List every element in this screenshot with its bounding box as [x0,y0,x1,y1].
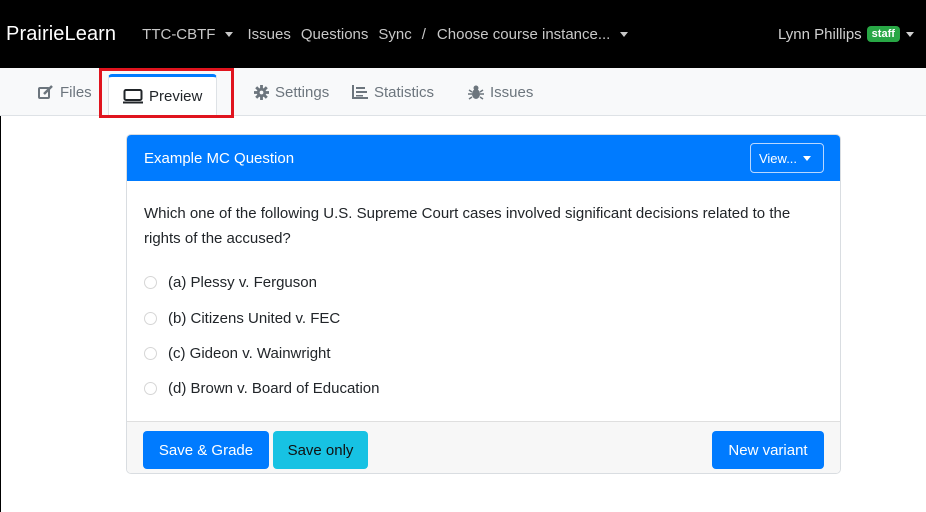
tab-label: Preview [149,88,203,105]
course-label: TTC-CBTF [142,25,216,43]
bar-chart-icon [352,85,368,99]
nav-link-questions[interactable]: Questions [301,26,369,43]
staff-badge: staff [866,26,900,42]
answer-option-a[interactable]: (a) Plessy v. Ferguson [144,272,317,292]
course-dropdown[interactable]: TTC-CBTF [142,26,237,43]
view-dropdown-button[interactable]: View... [750,143,824,173]
view-button-label: View... [758,150,798,166]
breadcrumb-separator: / [421,25,426,43]
nav-link-issues[interactable]: Issues [247,26,290,43]
edit-icon [38,85,53,99]
tab-label: Issues [490,83,534,101]
tab-label: Statistics [374,83,435,101]
answer-option-d[interactable]: (d) Brown v. Board of Education [144,378,380,398]
chevron-down-icon [225,31,234,37]
card-header: Example MC Question View... [127,135,840,181]
tab-label: Settings [275,83,330,101]
tab-issues[interactable]: Issues [468,68,533,116]
radio-button[interactable] [144,311,157,325]
brand-logo-link[interactable]: PrairieLearn [6,23,116,46]
save-only-button[interactable]: Save only [273,431,368,469]
answer-option-b[interactable]: (b) Citizens United v. FEC [144,308,340,328]
user-name: Lynn Phillips [778,25,862,43]
chevron-down-icon [620,31,629,37]
chevron-down-icon [905,31,914,37]
option-label: (b) Citizens United v. FEC [168,309,341,327]
radio-button[interactable] [144,381,157,395]
question-tabs: Files Preview Settings Statistics Issues [0,68,926,117]
tab-label: Files [60,83,92,101]
card-footer: Save & Grade Save only New variant [127,421,840,473]
bug-icon [468,85,484,100]
answer-option-c[interactable]: (c) Gideon v. Wainwright [144,343,331,363]
question-title: Example MC Question [144,149,295,167]
option-label: (c) Gideon v. Wainwright [168,344,331,362]
new-variant-button[interactable]: New variant [712,431,824,469]
radio-button[interactable] [144,275,157,289]
chevron-down-icon [803,155,812,161]
gear-icon [254,84,269,100]
course-instance-dropdown[interactable]: Choose course instance... [437,26,632,43]
radio-button[interactable] [144,346,157,360]
tab-settings[interactable]: Settings [254,68,329,116]
question-card: Example MC Question View... Which one of… [126,134,841,474]
monitor-icon [123,89,143,104]
tab-preview[interactable]: Preview [108,74,218,117]
course-instance-label: Choose course instance... [436,25,611,43]
tab-statistics[interactable]: Statistics [352,68,434,116]
user-menu[interactable]: Lynn Phillips staff [778,0,918,68]
nav-link-sync[interactable]: Sync [378,26,411,43]
option-label: (d) Brown v. Board of Education [168,379,380,397]
tab-files[interactable]: Files [38,68,92,116]
option-label: (a) Plessy v. Ferguson [168,273,317,291]
question-text: Which one of the following U.S. Supreme … [144,205,791,247]
save-grade-button[interactable]: Save & Grade [143,431,269,469]
